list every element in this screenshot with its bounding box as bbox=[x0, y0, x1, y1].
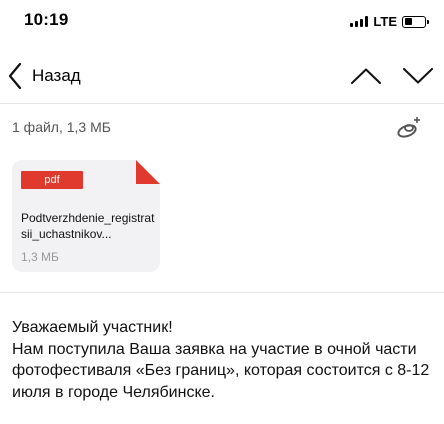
nav-bar: Назад bbox=[0, 52, 444, 100]
cloud-save-icon[interactable] bbox=[396, 113, 422, 141]
chevron-left-icon bbox=[0, 52, 30, 100]
status-bar: 10:19 LTE bbox=[0, 0, 444, 46]
message-greeting: Уважаемый участник! bbox=[12, 319, 173, 336]
page-fold-icon bbox=[136, 160, 160, 184]
previous-message-button[interactable] bbox=[346, 52, 386, 100]
message-text: Нам поступила Ваша заявка на участие в о… bbox=[12, 340, 430, 401]
message-body: Уважаемый участник! Нам поступила Ваша з… bbox=[12, 317, 436, 403]
battery-icon bbox=[402, 15, 429, 28]
status-time: 10:19 bbox=[24, 10, 69, 29]
network-type: LTE bbox=[373, 14, 397, 29]
attachment-card[interactable]: pdf Podtverzhdenie_registratsii_uchastni… bbox=[12, 160, 160, 272]
battery-level bbox=[404, 18, 413, 25]
back-button[interactable]: Назад bbox=[0, 52, 81, 100]
attachments-header: 1 файл, 1,3 МБ bbox=[12, 113, 432, 141]
chevron-up-icon bbox=[351, 68, 381, 84]
file-size: 1,3 МБ bbox=[21, 250, 59, 264]
file-name: Podtverzhdenie_registratsii_uchastnikov.… bbox=[21, 211, 155, 241]
file-type-badge: pdf bbox=[21, 171, 83, 189]
chevron-down-icon bbox=[403, 68, 433, 84]
divider bbox=[0, 103, 444, 104]
divider bbox=[0, 292, 444, 293]
attachments-summary: 1 файл, 1,3 МБ bbox=[12, 119, 111, 135]
status-indicators: LTE bbox=[350, 14, 429, 29]
back-label: Назад bbox=[32, 66, 81, 85]
signal-icon bbox=[350, 16, 369, 27]
next-message-button[interactable] bbox=[398, 52, 438, 100]
